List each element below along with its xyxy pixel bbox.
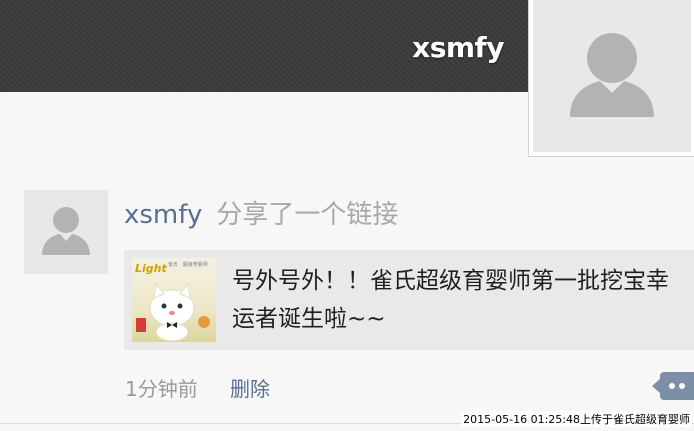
link-thumbnail[interactable]: Light 雀氏 · 超级育婴师 xyxy=(132,258,216,342)
feed-username-link[interactable]: xsmfy xyxy=(124,200,202,230)
more-dots-icon xyxy=(679,383,685,389)
post-time: 1分钟前 xyxy=(125,377,198,401)
more-dots-icon xyxy=(669,383,675,389)
avatar-placeholder xyxy=(533,0,691,152)
feed-header: xsmfy 分享了一个链接 xyxy=(124,194,398,231)
link-title[interactable]: 号外号外！！雀氏超级育婴师第一批挖宝幸运者诞生啦~~ xyxy=(232,262,682,338)
person-silhouette-icon xyxy=(42,207,90,255)
profile-username[interactable]: xsmfy xyxy=(412,31,504,64)
feed-action-text: 分享了一个链接 xyxy=(216,200,399,230)
delete-link[interactable]: 删除 xyxy=(230,373,270,402)
shared-link-card[interactable]: Light 雀氏 · 超级育婴师 号外号外！！雀氏超级育婴师第一批挖宝幸运者诞生… xyxy=(124,250,694,350)
profile-avatar[interactable] xyxy=(528,0,694,157)
feed-avatar[interactable] xyxy=(24,190,108,274)
upload-watermark: 2015-05-16 01:25:48上传于雀氏超级育婴师 xyxy=(461,411,692,427)
person-silhouette-icon xyxy=(570,33,654,117)
more-options-button[interactable] xyxy=(652,372,694,400)
cartoon-cat-image xyxy=(136,282,210,342)
